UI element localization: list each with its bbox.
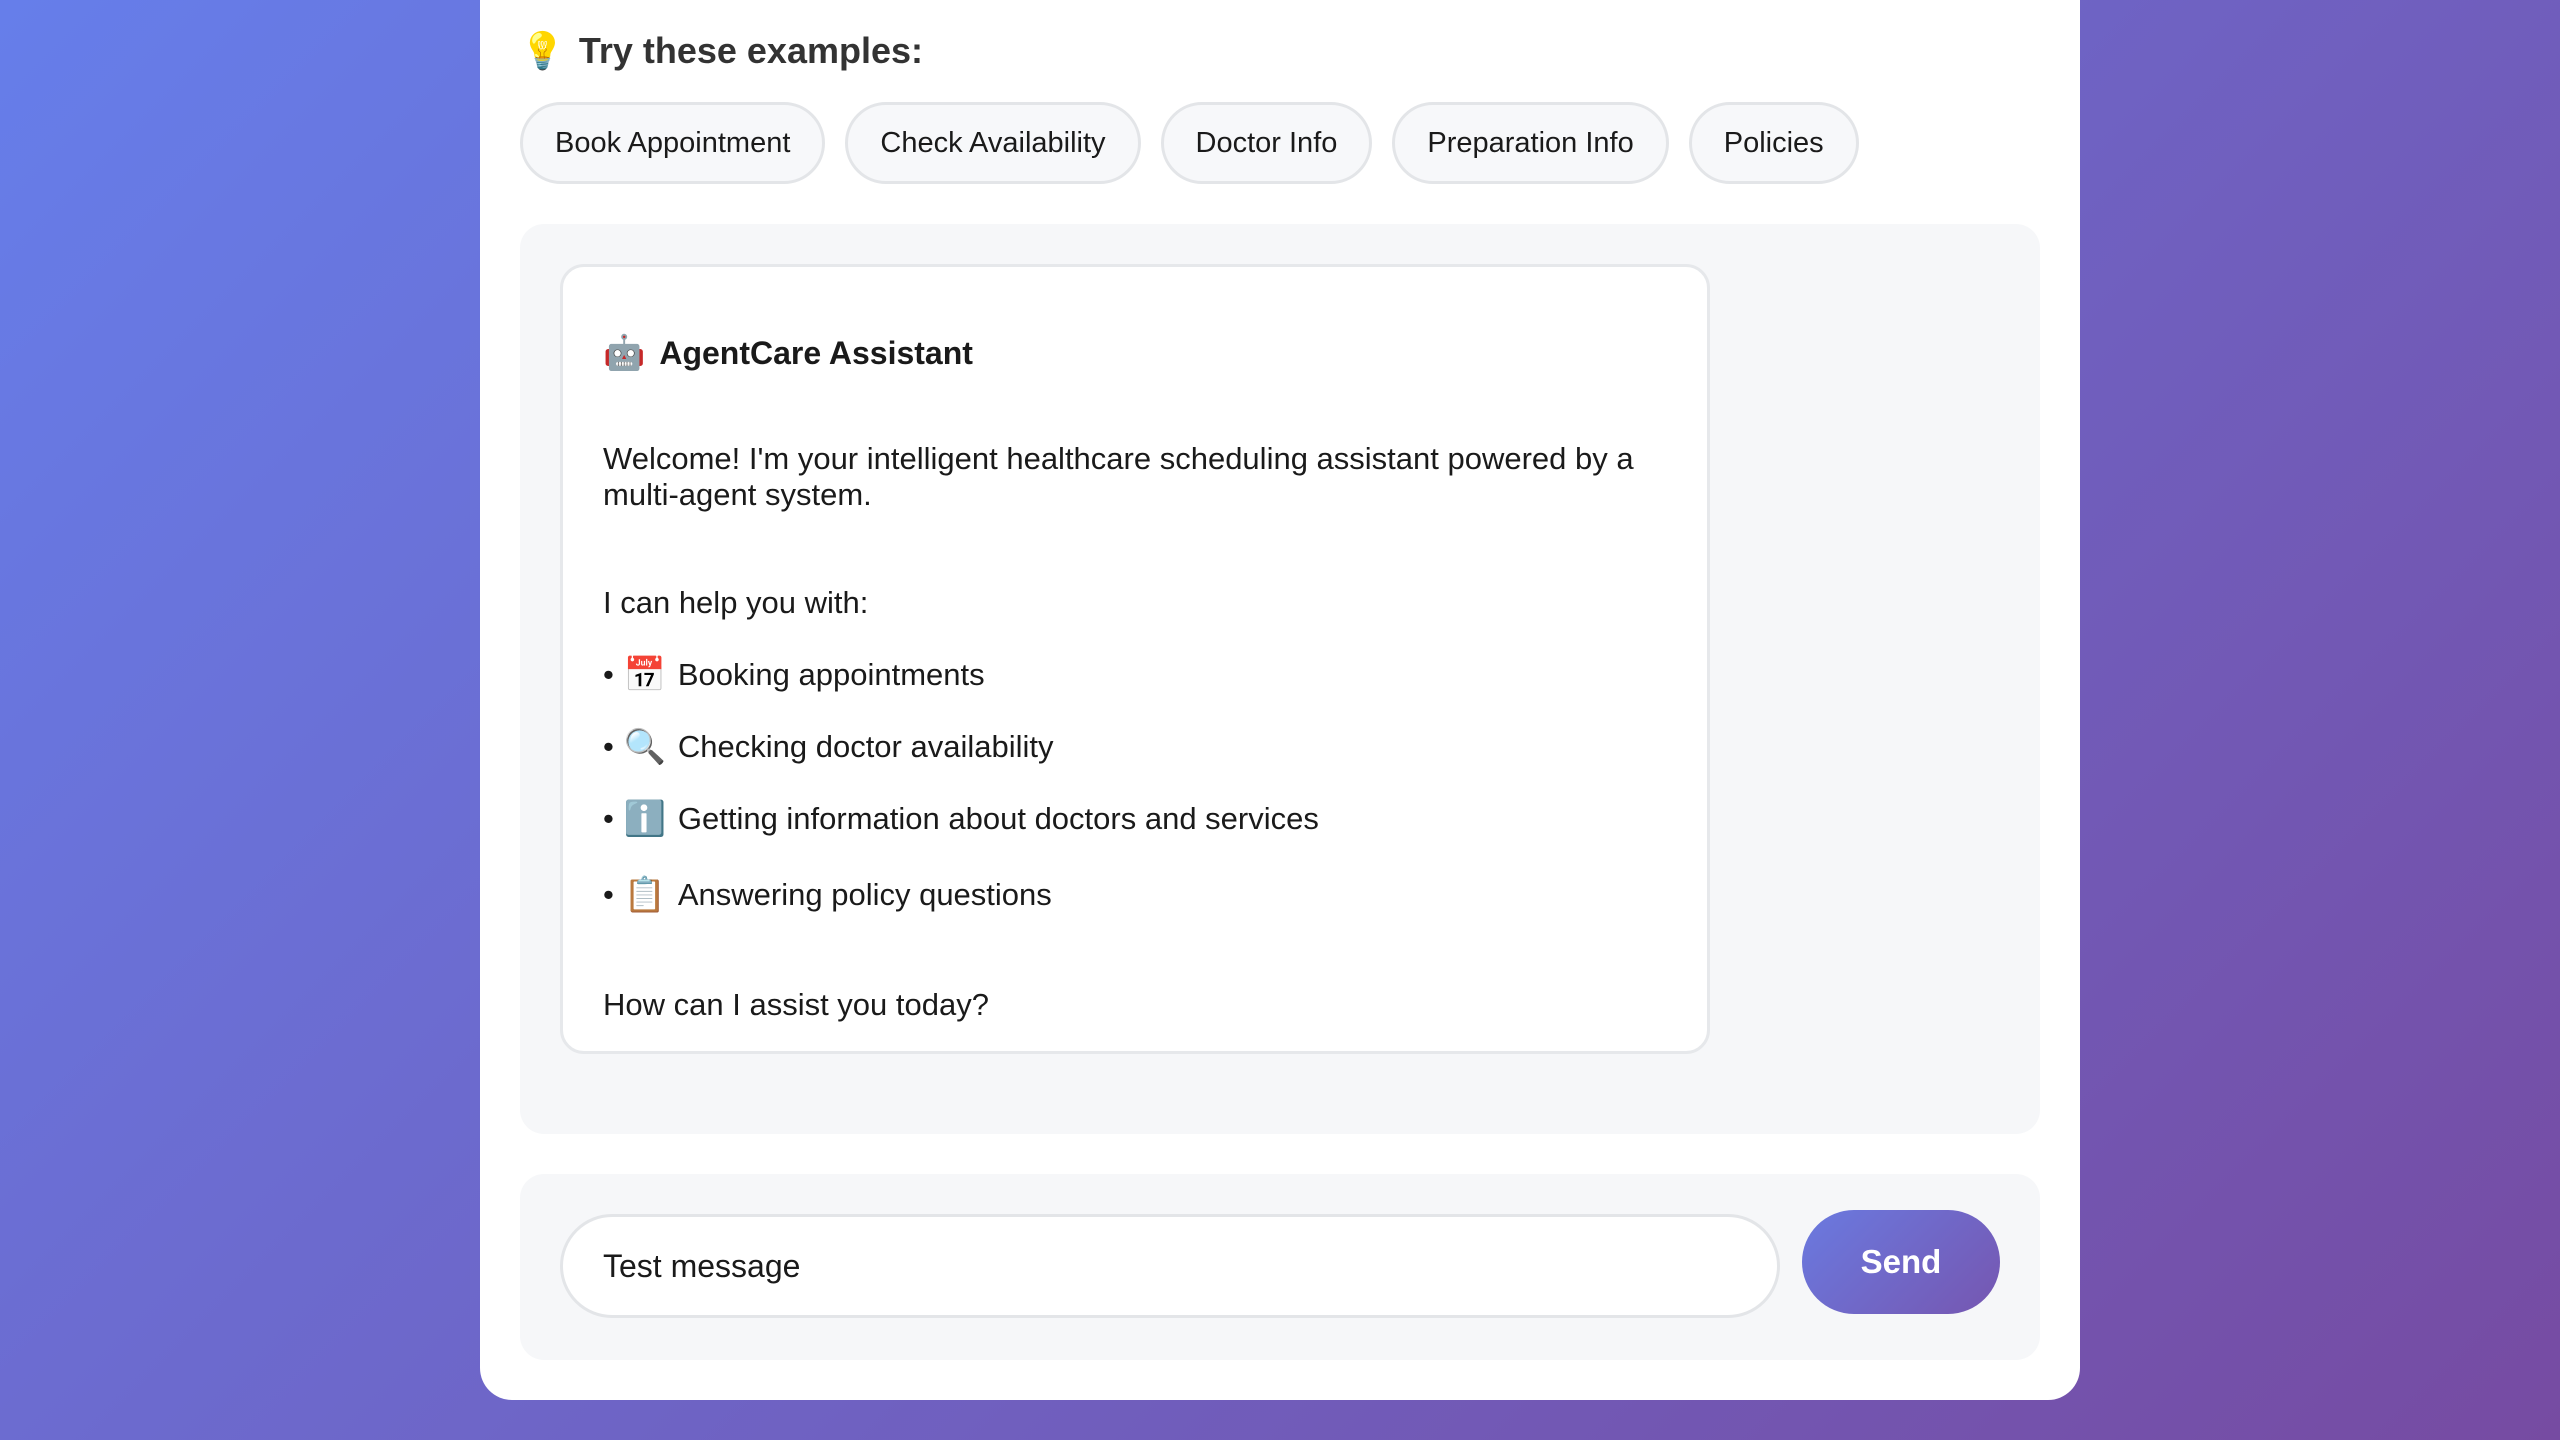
capability-item: • 🔍 Checking doctor availability [603, 728, 1054, 766]
magnifier-icon: 🔍 [623, 728, 667, 766]
closing-text: How can I assist you today? [603, 987, 989, 1022]
examples-heading: Try these examples: [578, 30, 924, 71]
capability-item: • 📅 Booking appointments [603, 656, 985, 694]
examples-header: 💡 Try these examples: [520, 30, 923, 72]
lightbulb-icon: 💡 [520, 30, 565, 71]
chip-book-appointment[interactable]: Book Appointment [520, 102, 826, 184]
clipboard-icon: 📋 [623, 876, 667, 914]
robot-icon: 🤖 [603, 334, 646, 372]
welcome-text: Welcome! I'm your intelligent healthcare… [603, 441, 1634, 512]
capability-text: Getting information about doctors and se… [677, 801, 1319, 836]
chip-policies[interactable]: Policies [1688, 102, 1859, 184]
assistant-message: 🤖 AgentCare Assistant Welcome! I'm your … [560, 264, 1710, 1054]
assistant-name: AgentCare Assistant [659, 334, 973, 371]
info-icon: ℹ️ [623, 800, 667, 838]
capability-item: • 📋 Answering policy questions [603, 876, 1052, 914]
example-chips: Book Appointment Check Availability Doct… [520, 102, 1859, 184]
chip-check-availability[interactable]: Check Availability [845, 102, 1141, 184]
help-intro: I can help you with: [603, 585, 869, 620]
chat-panel: 💡 Try these examples: Book Appointment C… [480, 0, 2080, 1400]
chip-doctor-info[interactable]: Doctor Info [1160, 102, 1373, 184]
capability-text: Checking doctor availability [677, 729, 1054, 764]
assistant-header: 🤖 AgentCare Assistant [603, 333, 973, 373]
chip-preparation-info[interactable]: Preparation Info [1392, 102, 1669, 184]
send-button[interactable]: Send [1802, 1210, 2000, 1314]
calendar-icon: 📅 [623, 656, 667, 694]
capability-text: Booking appointments [677, 657, 985, 692]
chat-messages[interactable]: 🤖 AgentCare Assistant Welcome! I'm your … [520, 224, 2040, 1134]
message-input[interactable] [560, 1214, 1780, 1318]
capability-item: • ℹ️ Getting information about doctors a… [603, 800, 1319, 838]
composer: Send [520, 1174, 2040, 1360]
capability-text: Answering policy questions [677, 877, 1052, 912]
